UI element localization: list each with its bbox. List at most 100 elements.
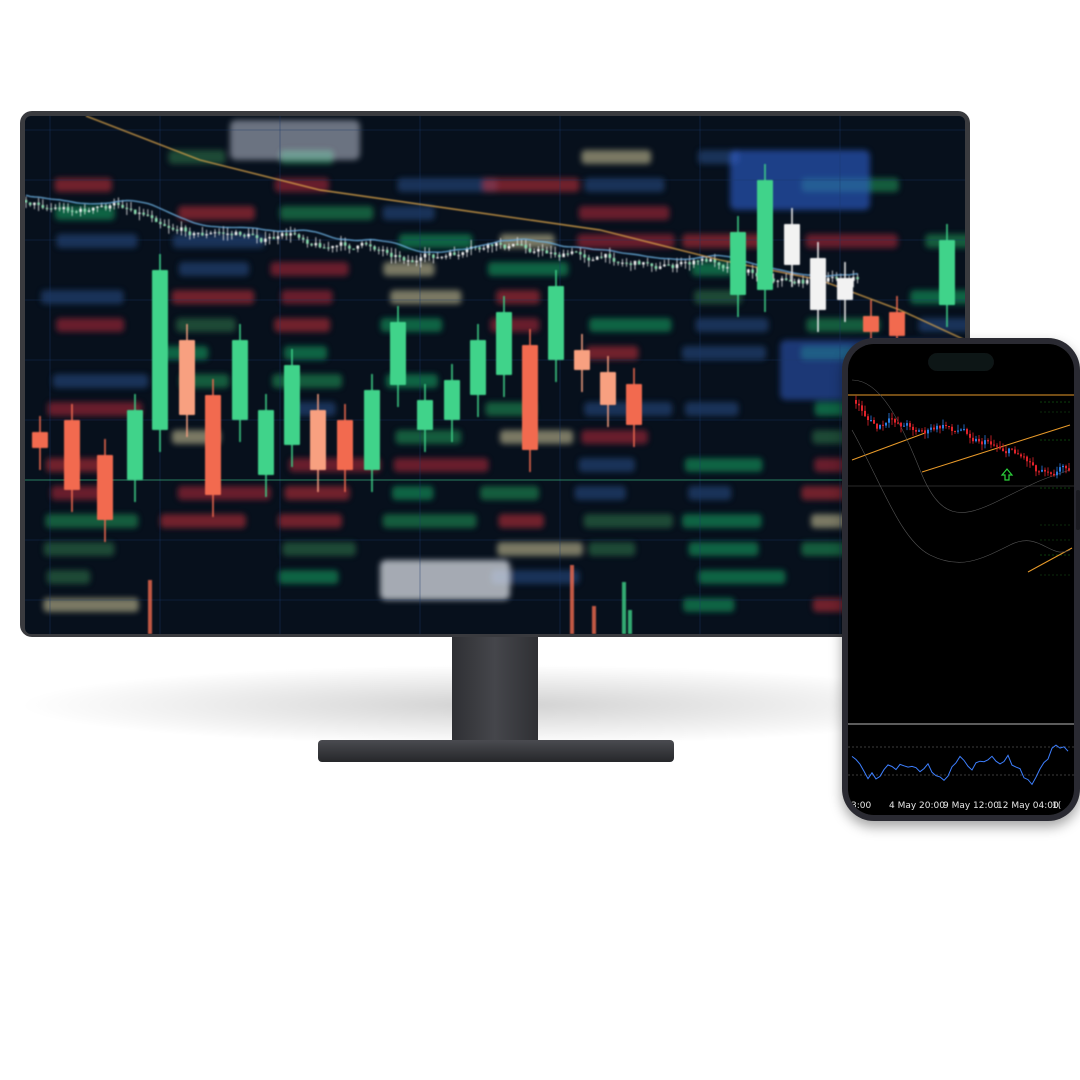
- price-table-cell: [390, 290, 462, 304]
- candle-body: [918, 430, 920, 432]
- candle-body: [574, 251, 578, 253]
- price-table-cell: [581, 150, 652, 164]
- candle-body: [696, 260, 700, 262]
- candle-body: [87, 210, 91, 212]
- candle-body: [45, 207, 49, 210]
- candle-body: [70, 210, 74, 212]
- candle-body: [511, 243, 515, 247]
- candle-body: [626, 384, 642, 425]
- candle-body: [125, 207, 129, 210]
- candle-body: [264, 238, 267, 242]
- candle-body: [352, 248, 355, 250]
- candle-body: [957, 430, 959, 432]
- candle-body: [478, 247, 481, 250]
- candle-body: [675, 264, 679, 269]
- candle-body: [897, 422, 899, 424]
- candle-body: [306, 239, 309, 244]
- candle-body: [337, 420, 353, 470]
- candle-body: [906, 423, 908, 426]
- candle-body: [293, 233, 297, 235]
- candle-body: [545, 250, 549, 254]
- candle-body: [251, 233, 255, 236]
- candle-body: [541, 248, 544, 251]
- candle-body: [1005, 451, 1007, 454]
- candle-body: [322, 247, 326, 249]
- candle-body: [981, 441, 983, 445]
- candle-body: [600, 256, 603, 258]
- time-axis-label: 4 May 20:00: [889, 801, 945, 811]
- candle-body: [96, 206, 99, 208]
- candle-body: [972, 437, 974, 442]
- candle-body: [671, 264, 675, 269]
- candle-body: [205, 234, 208, 236]
- candle-body: [978, 438, 980, 442]
- price-table-cell: [574, 486, 626, 500]
- price-table-cell: [698, 570, 786, 584]
- candle-body: [583, 254, 586, 258]
- candle-body: [348, 245, 351, 249]
- candle-body: [888, 418, 890, 423]
- candle-body: [927, 429, 929, 434]
- header-block: [230, 120, 360, 160]
- price-table-cell: [41, 290, 124, 304]
- candle-body: [966, 428, 968, 434]
- candle-body: [650, 263, 654, 267]
- candle-body: [1020, 454, 1022, 457]
- candle-body: [642, 262, 645, 265]
- candle-body: [54, 207, 57, 209]
- candle-body: [66, 207, 70, 211]
- phone-dynamic-island: [928, 353, 994, 371]
- price-table-cell: [684, 458, 763, 472]
- price-table-cell: [281, 290, 333, 304]
- phone: 3:00 4 May 20:00 9 May 12:00 12 May 04:0…: [842, 338, 1080, 821]
- candle-body: [104, 205, 108, 209]
- candle-body: [608, 253, 612, 258]
- candle-body: [146, 214, 150, 216]
- candle-body: [747, 269, 750, 273]
- candle-body: [797, 279, 801, 284]
- candle-body: [152, 270, 168, 430]
- candle-body: [566, 253, 570, 255]
- candle-body: [417, 400, 433, 430]
- price-table-cell: [578, 458, 635, 472]
- candle-body: [432, 254, 435, 259]
- candle-body: [709, 259, 712, 262]
- candle-body: [133, 209, 137, 214]
- phone-screen: [848, 344, 1074, 815]
- price-table-cell: [56, 234, 138, 248]
- candle-body: [889, 312, 905, 336]
- candle-body: [663, 264, 666, 267]
- candle-body: [801, 279, 805, 284]
- candle-body: [629, 263, 633, 265]
- price-table-cell: [695, 318, 769, 332]
- candle-body: [520, 244, 523, 246]
- price-table-cell: [910, 290, 965, 304]
- candle-body: [232, 340, 248, 420]
- candle-body: [142, 212, 145, 215]
- candle-body: [129, 208, 133, 210]
- candle-body: [209, 232, 213, 235]
- candle-body: [339, 242, 343, 246]
- candle-body: [863, 316, 879, 332]
- candle-body: [394, 255, 397, 257]
- candle-body: [448, 252, 452, 257]
- candle-body: [882, 424, 884, 426]
- candle-body: [930, 427, 932, 430]
- price-table-cell: [168, 150, 226, 164]
- volume-bar: [622, 582, 626, 634]
- candle-body: [64, 420, 80, 490]
- price-table-cell: [284, 486, 350, 500]
- candle-body: [285, 233, 288, 236]
- phone-side-button: [1076, 490, 1080, 530]
- candle-body: [381, 249, 385, 251]
- candle-body: [1038, 471, 1040, 473]
- candle-body: [97, 455, 113, 520]
- candle-body: [861, 405, 863, 411]
- candle-body: [108, 205, 112, 209]
- candle-body: [1032, 462, 1034, 466]
- price-table-cell: [682, 514, 762, 528]
- candle-body: [175, 229, 179, 231]
- candle-body: [558, 254, 561, 258]
- price-table-cell: [272, 374, 343, 388]
- candle-body: [373, 246, 376, 250]
